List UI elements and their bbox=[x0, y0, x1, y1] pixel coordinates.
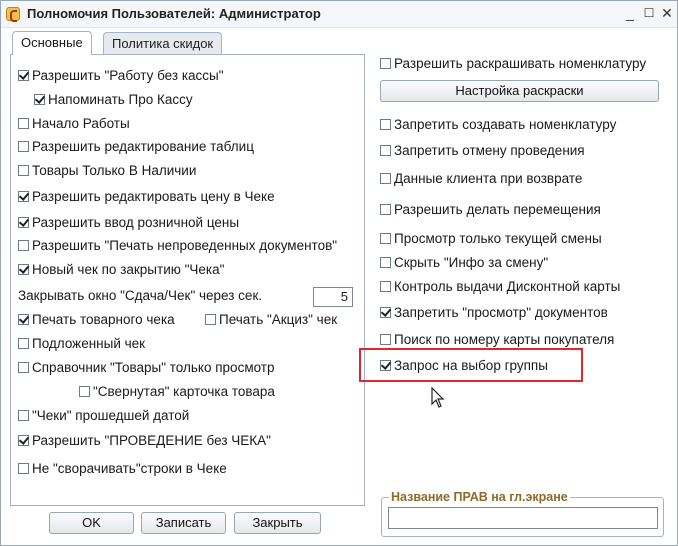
checkbox-collapsed-product-card[interactable]: "Свернутая" карточка товара bbox=[79, 383, 275, 401]
checkbox-allow-retail-price[interactable]: Разрешить ввод розничной цены bbox=[18, 214, 239, 232]
checkbox-icon[interactable] bbox=[18, 141, 29, 152]
close-button[interactable]: Закрыть bbox=[234, 512, 321, 534]
tab-main[interactable]: Основные bbox=[12, 31, 92, 55]
close-window-label: Закрывать окно "Сдача/Чек" через сек. bbox=[18, 288, 263, 303]
checkbox-icon[interactable] bbox=[380, 334, 391, 345]
checkbox-print-excise-receipt[interactable]: Печать "Акциз" чек bbox=[205, 311, 337, 329]
checkbox-goods-in-stock-only[interactable]: Товары Только В Наличии bbox=[18, 162, 196, 180]
ok-button[interactable]: OK bbox=[49, 512, 134, 534]
checkbox-icon[interactable] bbox=[380, 145, 391, 156]
checkbox-substitute-receipt[interactable]: Подложенный чек bbox=[18, 335, 145, 353]
checkbox-forbid-cancel-posting[interactable]: Запретить отмену проведения bbox=[380, 142, 585, 160]
checkbox-icon[interactable] bbox=[380, 119, 391, 130]
rights-name-input[interactable] bbox=[388, 507, 658, 529]
checkbox-icon[interactable] bbox=[18, 338, 29, 349]
maximize-icon[interactable]: ☐ bbox=[640, 5, 658, 21]
close-window-seconds-input[interactable]: 5 bbox=[313, 287, 353, 307]
checkbox-allow-color-nomenclature[interactable]: Разрешить раскрашивать номенклатуру bbox=[380, 55, 646, 73]
checkbox-icon[interactable] bbox=[380, 307, 391, 318]
app-logo-icon bbox=[6, 7, 20, 22]
highlight-frame bbox=[359, 348, 583, 382]
checkbox-icon[interactable] bbox=[380, 173, 391, 184]
checkbox-allow-edit-price[interactable]: Разрешить редактировать цену в Чеке bbox=[18, 188, 275, 206]
checkbox-hide-shift-info[interactable]: Скрыть "Инфо за смену" bbox=[380, 254, 548, 272]
color-settings-button[interactable]: Настройка раскраски bbox=[380, 80, 659, 102]
checkbox-backdated-receipts[interactable]: "Чеки" прошедшей датой bbox=[18, 407, 189, 425]
checkbox-goods-catalog-readonly[interactable]: Справочник "Товары" только просмотр bbox=[18, 359, 275, 377]
checkbox-do-not-collapse-rows[interactable]: Не "сворачивать"строки в Чеке bbox=[18, 460, 227, 478]
tab-discount-policy[interactable]: Политика скидок bbox=[103, 32, 223, 54]
checkbox-icon[interactable] bbox=[18, 217, 29, 228]
checkbox-icon[interactable] bbox=[34, 94, 45, 105]
window-title: Полномочия Пользователей: Администратор bbox=[27, 6, 321, 21]
checkbox-allow-transfers[interactable]: Разрешить делать перемещения bbox=[380, 201, 601, 219]
checkbox-icon[interactable] bbox=[18, 165, 29, 176]
checkbox-remind-cashbox[interactable]: Напоминать Про Кассу bbox=[34, 91, 193, 109]
checkbox-search-by-card-number[interactable]: Поиск по номеру карты покупателя bbox=[380, 331, 614, 349]
minimize-icon[interactable]: _ bbox=[621, 5, 639, 21]
checkbox-icon[interactable] bbox=[380, 204, 391, 215]
mouse-pointer-icon bbox=[431, 387, 445, 408]
checkbox-allow-work-without-cashbox[interactable]: Разрешить "Работу без кассы" bbox=[18, 67, 224, 85]
checkbox-icon[interactable] bbox=[18, 463, 29, 474]
checkbox-allow-edit-tables[interactable]: Разрешить редактирование таблиц bbox=[18, 138, 254, 156]
checkbox-current-shift-only[interactable]: Просмотр только текущей смены bbox=[380, 230, 602, 248]
checkbox-icon[interactable] bbox=[18, 314, 29, 325]
checkbox-icon[interactable] bbox=[18, 362, 29, 373]
save-button[interactable]: Записать bbox=[141, 512, 226, 534]
checkbox-icon[interactable] bbox=[18, 70, 29, 81]
checkbox-allow-posting-without-receipt[interactable]: Разрешить "ПРОВЕДЕНИЕ без ЧЕКА" bbox=[18, 432, 271, 450]
close-icon[interactable]: ✕ bbox=[658, 5, 676, 21]
checkbox-icon[interactable] bbox=[79, 386, 90, 397]
checkbox-allow-print-unposted[interactable]: Разрешить "Печать непроведенных документ… bbox=[18, 237, 337, 255]
checkbox-new-receipt-on-close[interactable]: Новый чек по закрытию "Чека" bbox=[18, 261, 224, 279]
title-bar[interactable]: Полномочия Пользователей: Администратор … bbox=[1, 1, 677, 28]
checkbox-icon[interactable] bbox=[18, 118, 29, 129]
checkbox-icon[interactable] bbox=[18, 264, 29, 275]
checkbox-icon[interactable] bbox=[380, 281, 391, 292]
checkbox-print-goods-receipt[interactable]: Печать товарного чека bbox=[18, 311, 175, 329]
checkbox-icon[interactable] bbox=[18, 410, 29, 421]
checkbox-icon[interactable] bbox=[380, 257, 391, 268]
checkbox-icon[interactable] bbox=[18, 435, 29, 446]
checkbox-icon[interactable] bbox=[380, 58, 391, 69]
checkbox-forbid-view-documents[interactable]: Запретить "просмотр" документов bbox=[380, 304, 608, 322]
checkbox-forbid-create-nomenclature[interactable]: Запретить создавать номенклатуру bbox=[380, 116, 616, 134]
checkbox-discount-card-control[interactable]: Контроль выдачи Дисконтной карты bbox=[380, 278, 620, 296]
checkbox-icon[interactable] bbox=[205, 314, 216, 325]
checkbox-icon[interactable] bbox=[380, 233, 391, 244]
checkbox-client-data-on-return[interactable]: Данные клиента при возврате bbox=[380, 170, 582, 188]
checkbox-start-work[interactable]: Начало Работы bbox=[18, 115, 130, 133]
checkbox-icon[interactable] bbox=[18, 240, 29, 251]
checkbox-icon[interactable] bbox=[18, 191, 29, 202]
rights-name-label: Название ПРАВ на гл.экране bbox=[389, 490, 570, 504]
